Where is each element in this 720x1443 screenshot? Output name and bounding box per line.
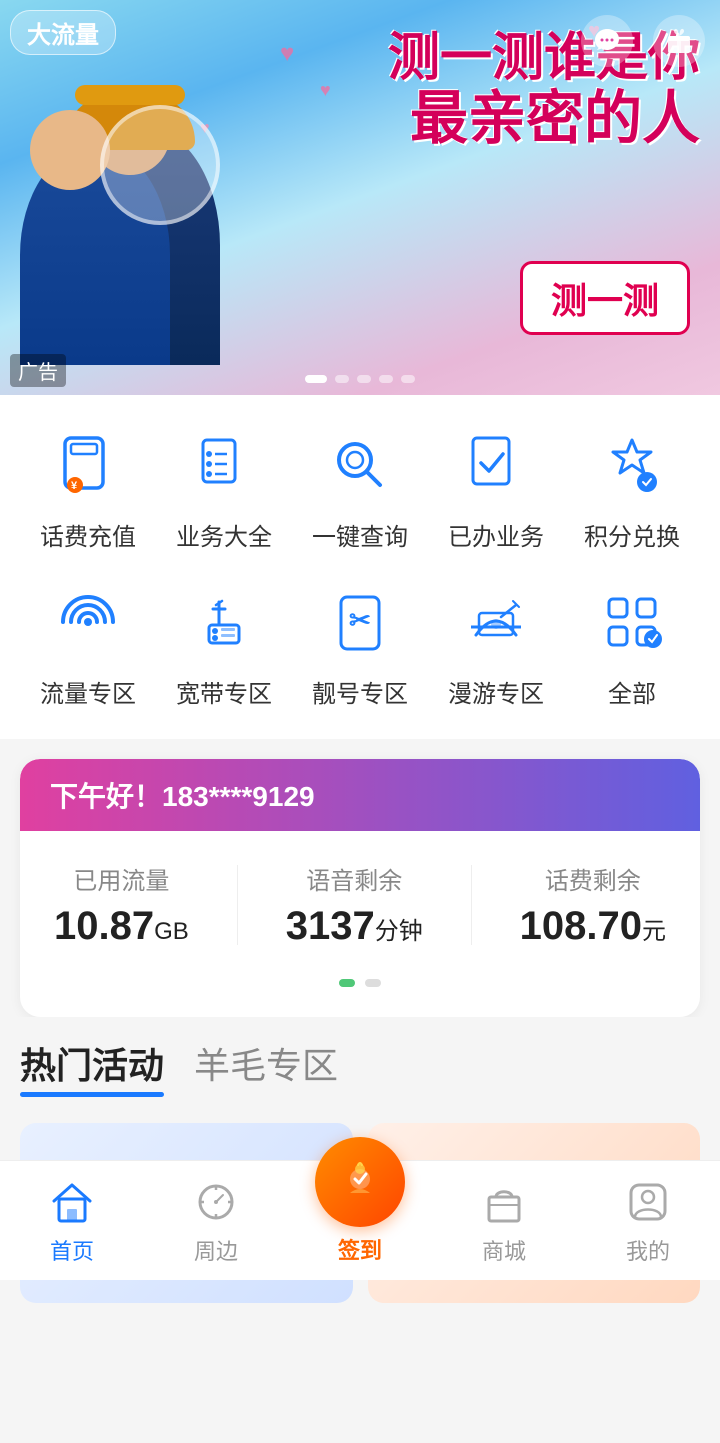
menu-item-recharge[interactable]: ¥ 话费充值 — [33, 425, 143, 552]
gift-icon[interactable] — [653, 15, 705, 67]
checkin-icon — [315, 1137, 405, 1227]
menu-item-roaming[interactable]: 漫游专区 — [441, 582, 551, 709]
user-card: 下午好！183****9129 已用流量 10.87GB 语音剩余 3137分钟… — [20, 759, 700, 1017]
svg-text:✂: ✂ — [349, 605, 371, 635]
stat-balance: 话费剩余 108.70元 — [520, 861, 666, 949]
menu-item-query[interactable]: 一键查询 — [305, 425, 415, 552]
stat-data-used: 已用流量 10.87GB — [54, 861, 189, 949]
tab-hot-activities[interactable]: 热门活动 — [20, 1037, 164, 1097]
profile-icon — [622, 1176, 674, 1228]
menu-item-broadband[interactable]: 宽带专区 — [169, 582, 279, 709]
nav-home[interactable]: 首页 — [7, 1176, 137, 1266]
menu-row-2: 流量专区 宽带专区 — [0, 572, 720, 729]
menu-item-fancy-number[interactable]: ✂ 靓号专区 — [305, 582, 415, 709]
card-section: 下午好！183****9129 已用流量 10.87GB 语音剩余 3137分钟… — [0, 739, 720, 1017]
stat-divider-2 — [471, 865, 472, 945]
stat-voice-remain-label: 语音剩余 — [306, 861, 402, 896]
menu-item-points[interactable]: 积分兑换 — [577, 425, 687, 552]
menu-row-1: ¥ 话费充值 业务大全 — [0, 415, 720, 572]
menu-label-all: 全部 — [608, 674, 656, 709]
menu-label-fancy-number: 靓号专区 — [312, 674, 408, 709]
menu-label-query: 一键查询 — [312, 517, 408, 552]
card-dots — [20, 959, 700, 987]
stat-data-used-label: 已用流量 — [73, 861, 169, 896]
menu-item-all[interactable]: 全部 — [577, 582, 687, 709]
menu-label-services: 业务大全 — [176, 517, 272, 552]
menu-item-services[interactable]: 业务大全 — [169, 425, 279, 552]
menu-label-roaming: 漫游专区 — [448, 674, 544, 709]
card-dot-active — [339, 979, 355, 987]
stat-divider-1 — [237, 865, 238, 945]
stat-voice-remain-value: 3137分钟 — [286, 904, 423, 949]
menu-item-data[interactable]: 流量专区 — [33, 582, 143, 709]
menu-label-completed: 已办业务 — [448, 517, 544, 552]
tab-row: 热门活动 羊毛专区 — [20, 1037, 700, 1103]
menu-grid: ¥ 话费充值 业务大全 — [0, 395, 720, 739]
user-greeting: 下午好！183****9129 — [50, 781, 315, 812]
shop-icon — [478, 1176, 530, 1228]
nav-profile-label: 我的 — [626, 1234, 670, 1266]
nav-shop[interactable]: 商城 — [439, 1176, 569, 1266]
nav-nearby-label: 周边 — [194, 1234, 238, 1266]
nav-checkin-label: 签到 — [338, 1233, 382, 1265]
nav-home-label: 首页 — [50, 1234, 94, 1266]
nearby-icon — [190, 1176, 242, 1228]
stat-voice-remain: 语音剩余 3137分钟 — [286, 861, 423, 949]
ad-label: 广告 — [10, 354, 66, 387]
home-icon — [46, 1176, 98, 1228]
user-card-header: 下午好！183****9129 — [20, 759, 700, 831]
nav-checkin[interactable]: 签到 — [295, 1137, 425, 1265]
menu-label-broadband: 宽带专区 — [176, 674, 272, 709]
banner-dots — [305, 375, 415, 383]
nav-shop-label: 商城 — [482, 1234, 526, 1266]
banner[interactable]: ♥ ♥ ♥ ♥ 大流量 测一测谁是你 最亲密的人 测一测 — [0, 0, 720, 395]
nav-nearby[interactable]: 周边 — [151, 1176, 281, 1266]
stat-balance-value: 108.70元 — [520, 904, 666, 949]
svg-text:¥: ¥ — [71, 480, 78, 492]
stat-data-used-value: 10.87GB — [54, 904, 189, 949]
message-icon[interactable] — [581, 15, 633, 67]
menu-label-points: 积分兑换 — [584, 517, 680, 552]
user-stats: 已用流量 10.87GB 语音剩余 3137分钟 话费剩余 108.70元 — [20, 831, 700, 959]
banner-badge: 大流量 — [10, 10, 116, 55]
tab-woolly[interactable]: 羊毛专区 — [194, 1037, 338, 1097]
card-dot-inactive — [365, 979, 381, 987]
menu-item-completed[interactable]: 已办业务 — [441, 425, 551, 552]
nav-profile[interactable]: 我的 — [583, 1176, 713, 1266]
banner-cta-button[interactable]: 测一测 — [520, 261, 690, 335]
bottom-nav: 首页 周边 签到 — [0, 1160, 720, 1280]
menu-label-recharge: 话费充值 — [40, 517, 136, 552]
menu-label-data: 流量专区 — [40, 674, 136, 709]
stat-balance-label: 话费剩余 — [545, 861, 641, 896]
